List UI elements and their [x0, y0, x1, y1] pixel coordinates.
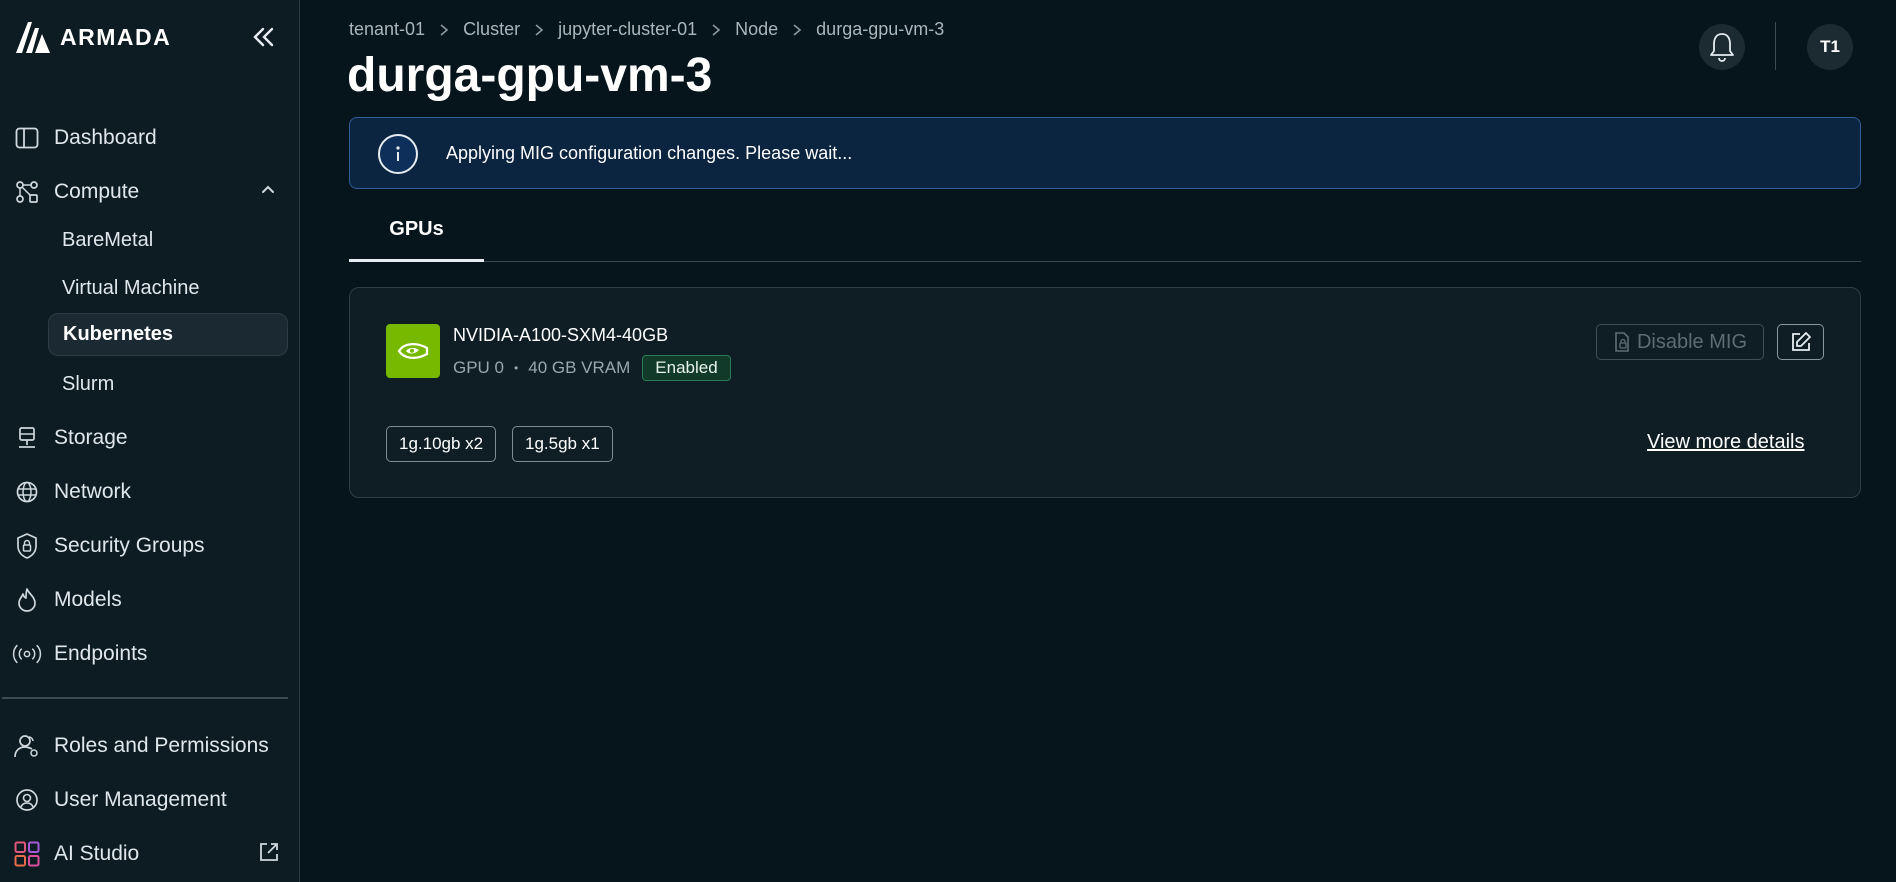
- sidebar-item-label: Network: [54, 480, 132, 503]
- nvidia-logo-icon: [386, 324, 440, 378]
- breadcrumb-current: durga-gpu-vm-3: [816, 19, 945, 39]
- gpu-name: NVIDIA-A100-SXM4-40GB: [453, 325, 669, 345]
- tab-gpus[interactable]: GPUs: [349, 200, 484, 262]
- chevron-right-icon: [792, 23, 802, 37]
- brand-logo[interactable]: ARMADA: [14, 20, 171, 54]
- chevron-right-icon: [711, 23, 721, 37]
- sidebar-item-models[interactable]: Models: [12, 583, 122, 617]
- sidebar-subitem-virtual-machine[interactable]: Virtual Machine: [48, 267, 288, 310]
- sidebar-item-user-management[interactable]: User Management: [12, 783, 227, 817]
- sidebar-subitem-kubernetes[interactable]: Kubernetes: [48, 313, 288, 356]
- sidebar-item-endpoints[interactable]: Endpoints: [12, 637, 147, 671]
- sidebar-item-label: User Management: [54, 788, 227, 811]
- view-more-details-link[interactable]: View more details: [1647, 431, 1804, 454]
- bell-icon: [1710, 33, 1734, 62]
- sidebar-item-network[interactable]: Network: [12, 475, 131, 509]
- breadcrumb-item[interactable]: Node: [735, 19, 778, 40]
- banner-message: Applying MIG configuration changes. Plea…: [446, 143, 853, 163]
- status-badge: Enabled: [642, 355, 731, 381]
- file-lock-icon: [1613, 332, 1631, 352]
- sidebar-item-dashboard[interactable]: Dashboard: [12, 121, 157, 155]
- page-title: durga-gpu-vm-3: [347, 49, 713, 102]
- disable-mig-button[interactable]: Disable MIG: [1596, 324, 1764, 360]
- gpu-index: GPU 0: [453, 358, 505, 377]
- sidebar-item-label: Storage: [54, 426, 128, 449]
- edit-button[interactable]: [1777, 324, 1824, 360]
- sidebar-item-label: Roles and Permissions: [54, 734, 269, 757]
- notifications-button[interactable]: [1699, 24, 1745, 70]
- info-icon: [378, 134, 418, 174]
- info-banner: Applying MIG configuration changes. Plea…: [349, 117, 1861, 189]
- external-link-icon[interactable]: [258, 841, 280, 863]
- sidebar-item-label: Security Groups: [54, 534, 205, 557]
- sidebar-item-ai-studio[interactable]: AI Studio: [12, 837, 139, 871]
- meta-separator: •: [514, 361, 519, 375]
- shield-icon: [12, 531, 42, 561]
- users-icon: [12, 731, 42, 761]
- breadcrumb-item[interactable]: Cluster: [463, 19, 520, 40]
- sidebar-panel-icon: [12, 123, 42, 153]
- breadcrumb-item[interactable]: jupyter-cluster-01: [558, 19, 697, 40]
- gpu-vram: 40 GB VRAM: [528, 358, 631, 377]
- gpu-meta: GPU 0 • 40 GB VRAM Enabled: [453, 355, 731, 381]
- sidebar-subitem-baremetal[interactable]: BareMetal: [48, 219, 288, 262]
- storage-icon: [12, 423, 42, 453]
- sidebar-divider: [2, 697, 288, 699]
- user-circle-icon: [12, 785, 42, 815]
- collapse-sidebar-button[interactable]: [250, 24, 276, 50]
- chevron-right-icon: [439, 23, 449, 37]
- gpu-card: NVIDIA-A100-SXM4-40GB GPU 0 • 40 GB VRAM…: [349, 287, 1861, 498]
- sidebar-item-security-groups[interactable]: Security Groups: [12, 529, 205, 563]
- mig-profile-chip: 1g.5gb x1: [512, 426, 613, 462]
- sidebar-item-compute[interactable]: Compute: [12, 175, 292, 209]
- edit-icon: [1791, 332, 1811, 351]
- sidebar-item-roles-and-permissions[interactable]: Roles and Permissions: [12, 729, 269, 763]
- header-divider: [1775, 22, 1776, 70]
- globe-icon: [12, 477, 42, 507]
- sidebar-item-label: AI Studio: [54, 842, 140, 865]
- brand-name: ARMADA: [60, 23, 172, 50]
- sidebar-item-label: Compute: [54, 180, 140, 203]
- sidebar-item-label: Endpoints: [54, 642, 148, 665]
- tab-bar: GPUs: [349, 200, 1861, 262]
- breadcrumb: tenant-01 Cluster jupyter-cluster-01 Nod…: [349, 19, 944, 40]
- flame-icon: [12, 585, 42, 615]
- chevron-up-icon[interactable]: [260, 181, 276, 197]
- double-chevron-left-icon: [253, 27, 274, 47]
- sidebar-subitem-slurm[interactable]: Slurm: [48, 363, 288, 406]
- chevron-right-icon: [534, 23, 544, 37]
- armada-logo-icon: [14, 20, 52, 54]
- sidebar-item-storage[interactable]: Storage: [12, 421, 128, 455]
- sidebar-item-label: Dashboard: [54, 126, 157, 149]
- grid-icon: [12, 839, 42, 869]
- breadcrumb-item[interactable]: tenant-01: [349, 19, 425, 40]
- broadcast-icon: [12, 639, 42, 669]
- disable-mig-label: Disable MIG: [1636, 330, 1748, 353]
- avatar[interactable]: T1: [1807, 24, 1853, 70]
- mig-profile-chip: 1g.10gb x2: [386, 426, 497, 462]
- sidebar: ARMADA Dashboard Compute BareMetal Virtu…: [0, 0, 300, 882]
- compute-nodes-icon: [12, 177, 42, 207]
- sidebar-item-label: Models: [54, 588, 122, 611]
